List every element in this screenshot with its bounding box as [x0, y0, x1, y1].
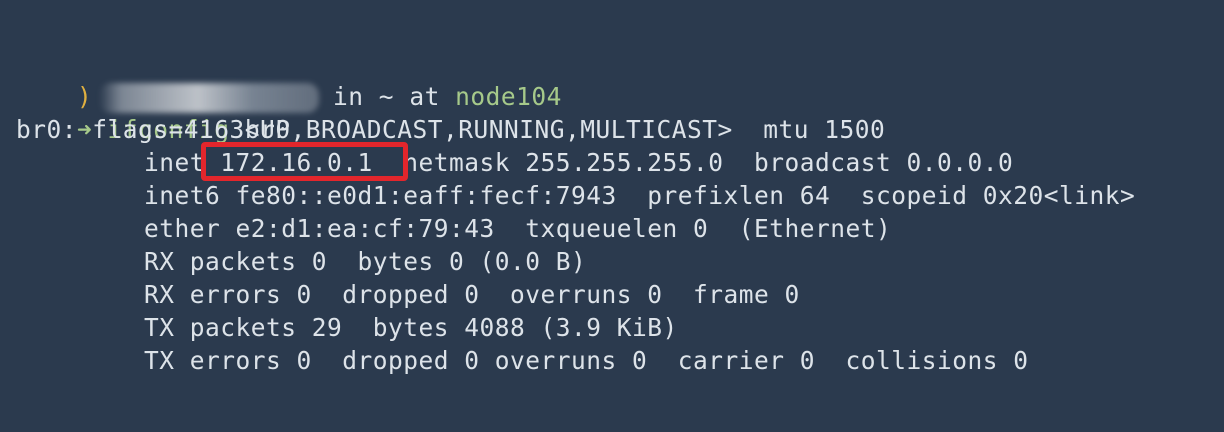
output-rx-packets-line: RX packets 0 bytes 0 (0.0 B)	[144, 247, 587, 276]
prompt-at: at	[409, 82, 440, 111]
output-ether-line: ether e2:d1:ea:cf:79:43 txqueuelen 0 (Et…	[144, 214, 892, 243]
terminal-window[interactable]: ) in ~ at node104 ➜ ifconfig br0 br0: fla…	[0, 0, 1224, 432]
output-rx-errors-line: RX errors 0 dropped 0 overruns 0 frame 0	[144, 280, 800, 309]
prompt-in: in	[333, 82, 364, 111]
inet-netmask-broadcast: netmask 255.255.255.0 broadcast 0.0.0.0	[372, 148, 1014, 177]
prompt-line: ) in ~ at node104	[16, 47, 562, 113]
output-inet-line: inet 172.16.0.1 netmask 255.255.255.0 br…	[16, 146, 1013, 179]
command-line[interactable]: ➜ ifconfig br0	[16, 80, 291, 144]
output-inet6-line: inet6 fe80::e0d1:eaff:fecf:7943 prefixle…	[144, 181, 1136, 210]
output-flags-line: br0: flags=4163<UP,BROADCAST,RUNNING,MUL…	[16, 115, 886, 144]
prompt-host: node104	[455, 82, 562, 111]
output-tx-packets-line: TX packets 29 bytes 4088 (3.9 KiB)	[144, 313, 678, 342]
output-tx-errors-line: TX errors 0 dropped 0 overruns 0 carrier…	[144, 346, 1029, 375]
inet-ip-address: 172.16.0.1	[220, 148, 373, 177]
inet-label: inet	[144, 148, 221, 177]
prompt-cwd: ~	[378, 82, 395, 111]
